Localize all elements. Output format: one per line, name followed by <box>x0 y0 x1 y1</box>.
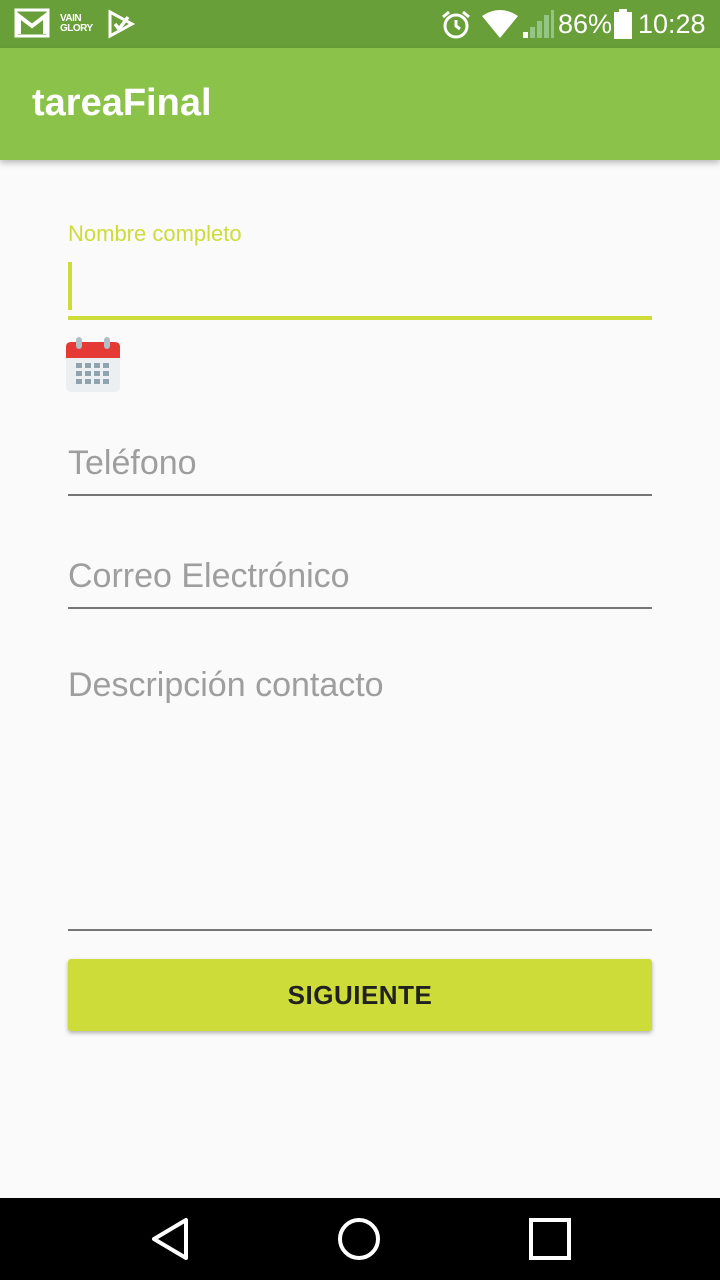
text-cursor <box>68 262 72 310</box>
name-field-underline <box>68 316 652 320</box>
alarm-icon <box>442 10 470 39</box>
wifi-icon <box>482 10 518 38</box>
play-store-icon <box>108 9 136 39</box>
home-button[interactable] <box>309 1198 409 1280</box>
app-title: tareaFinal <box>32 82 212 124</box>
recents-icon <box>529 1218 571 1260</box>
app-bar: tareaFinal <box>0 48 720 160</box>
navigation-bar <box>0 1198 720 1280</box>
siguiente-button[interactable]: SIGUIENTE <box>68 959 652 1031</box>
description-placeholder: Descripción contacto <box>68 666 384 704</box>
signal-icon <box>523 10 554 38</box>
home-icon <box>338 1218 380 1260</box>
battery-percent: 86% <box>558 9 613 39</box>
back-button[interactable] <box>120 1198 220 1280</box>
vainglory-icon: VAIN GLORY <box>60 13 93 34</box>
phone-placeholder: Teléfono <box>68 444 197 482</box>
name-field[interactable] <box>68 258 652 320</box>
phone-field-underline <box>68 494 652 496</box>
gmail-icon <box>14 8 50 38</box>
email-placeholder: Correo Electrónico <box>68 557 350 595</box>
recents-button[interactable] <box>500 1198 600 1280</box>
name-field-label: Nombre completo <box>68 221 242 246</box>
status-bar: VAIN GLORY 86% 10:28 <box>0 0 720 48</box>
email-field[interactable]: Correo Electrónico <box>68 543 652 609</box>
clock: 10:28 <box>638 9 706 39</box>
battery-icon <box>614 9 632 39</box>
description-field[interactable]: Descripción contacto <box>68 660 652 931</box>
phone-field[interactable]: Teléfono <box>68 430 652 496</box>
email-field-underline <box>68 607 652 609</box>
back-icon <box>152 1218 188 1260</box>
description-field-underline <box>68 929 652 931</box>
calendar-icon[interactable] <box>64 336 122 394</box>
